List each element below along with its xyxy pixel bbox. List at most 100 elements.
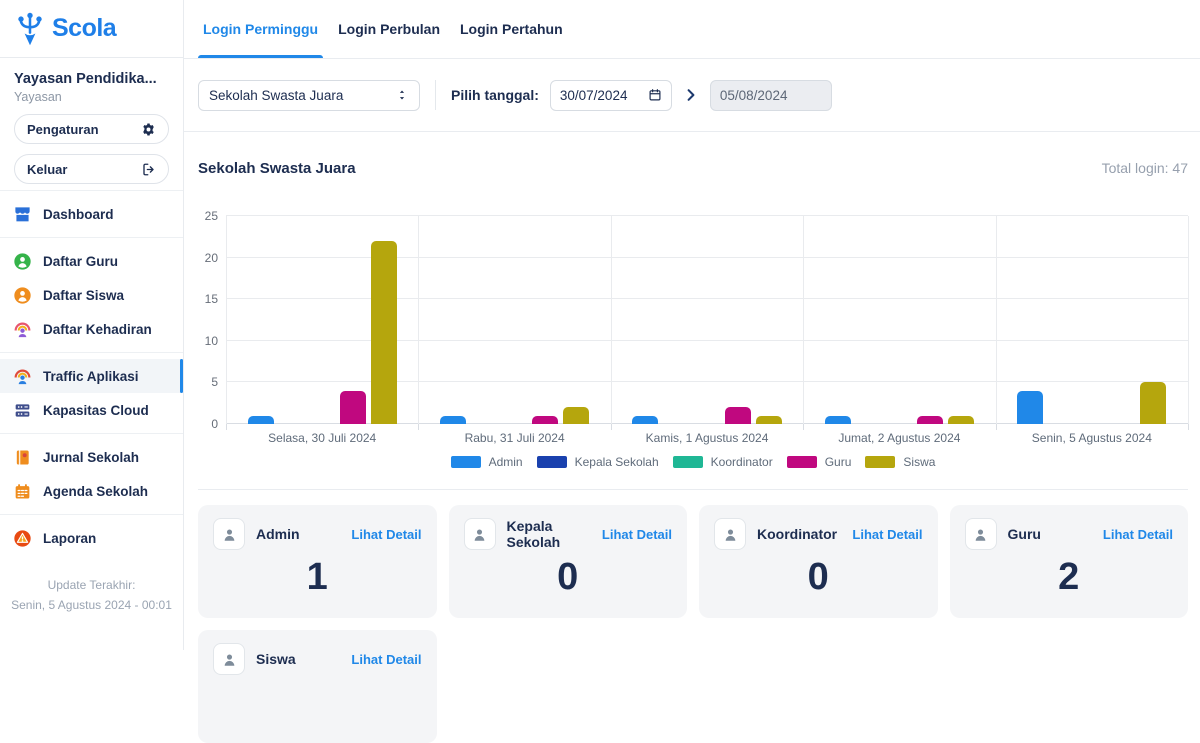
sidebar-item-laporan[interactable]: Laporan — [0, 521, 183, 555]
bar-slot — [438, 216, 469, 424]
chart-title: Sekolah Swasta Juara — [198, 160, 356, 177]
bar-slot — [915, 216, 946, 424]
y-axis-tick: 20 — [205, 251, 218, 265]
bar-slot — [1076, 216, 1107, 424]
main-content: Login PermingguLogin PerbulanLogin Perta… — [184, 0, 1200, 650]
card-title: Admin — [256, 526, 351, 542]
sidebar-item-traffic-aplikasi[interactable]: Traffic Aplikasi — [0, 359, 183, 393]
date-to-input[interactable]: 05/08/2024 — [710, 80, 832, 111]
sidebar-item-daftar-guru[interactable]: Daftar Guru — [0, 244, 183, 278]
traffic-icon — [13, 367, 32, 386]
last-update-note: Update Terakhir: Senin, 5 Agustus 2024 -… — [0, 575, 183, 616]
x-axis-label: Senin, 5 Agustus 2024 — [996, 431, 1188, 445]
cloud-capacity-icon — [13, 401, 32, 420]
lihat-detail-link[interactable]: Lihat Detail — [602, 527, 672, 542]
x-axis-label: Rabu, 31 Juli 2024 — [418, 431, 610, 445]
lihat-detail-link[interactable]: Lihat Detail — [852, 527, 922, 542]
scola-logo-icon — [14, 11, 46, 47]
sidebar-divider — [0, 352, 183, 353]
sidebar-item-label: Jurnal Sekolah — [43, 450, 139, 465]
last-update-label: Update Terakhir: — [0, 575, 183, 595]
role-card-kepala-sekolah: Kepala SekolahLihat Detail0 — [449, 505, 688, 618]
card-value: 1 — [213, 556, 422, 599]
sidebar-item-daftar-siswa[interactable]: Daftar Siswa — [0, 278, 183, 312]
sidebar-item-agenda-sekolah[interactable]: Agenda Sekolah — [0, 474, 183, 508]
filter-bar: Sekolah Swasta Juara Pilih tanggal: 30/0… — [184, 59, 1200, 132]
tab-login-pertahun[interactable]: Login Pertahun — [455, 0, 568, 58]
bar-guru — [340, 391, 366, 424]
bar-slot — [753, 216, 784, 424]
bar-admin — [825, 416, 851, 424]
role-card-admin: AdminLihat Detail 1 — [198, 505, 437, 618]
bar-slot — [1138, 216, 1169, 424]
calendar-icon — [648, 88, 662, 102]
person-icon — [464, 518, 496, 550]
bar-chart: 0510152025Selasa, 30 Juli 2024Rabu, 31 J… — [198, 216, 1188, 445]
app-title: Scola — [52, 14, 116, 43]
x-axis-tick — [996, 424, 997, 430]
lihat-detail-link[interactable]: Lihat Detail — [351, 527, 421, 542]
org-name: Yayasan Pendidika... — [14, 71, 169, 87]
sidebar-item-label: Kapasitas Cloud — [43, 403, 149, 418]
sidebar-divider — [0, 514, 183, 515]
y-axis-tick: 5 — [211, 375, 218, 389]
bar-admin — [248, 416, 274, 424]
legend-label: Kepala Sekolah — [575, 455, 659, 469]
legend-item-siswa: Siswa — [865, 455, 935, 469]
sidebar-item-label: Daftar Kehadiran — [43, 322, 152, 337]
legend-swatch — [787, 456, 817, 468]
card-title: Koordinator — [757, 526, 852, 542]
bar-slot — [368, 216, 399, 424]
x-axis-labels: Selasa, 30 Juli 2024Rabu, 31 Juli 2024Ka… — [226, 431, 1188, 445]
card-header: GuruLihat Detail — [965, 518, 1174, 550]
bar-slots — [245, 216, 399, 424]
school-select-value: Sekolah Swasta Juara — [209, 88, 343, 103]
bar-group — [803, 216, 995, 424]
logout-label: Keluar — [27, 162, 67, 177]
sidebar-item-kapasitas-cloud[interactable]: Kapasitas Cloud — [0, 393, 183, 427]
date-from-input[interactable]: 30/07/2024 — [550, 80, 672, 111]
filter-divider — [435, 80, 436, 110]
chevron-right-icon — [683, 87, 699, 103]
sidebar-item-label: Laporan — [43, 531, 96, 546]
bar-slot — [853, 216, 884, 424]
school-select[interactable]: Sekolah Swasta Juara — [198, 80, 420, 111]
logout-button[interactable]: Keluar — [14, 154, 169, 184]
org-type: Yayasan — [14, 90, 169, 104]
settings-button[interactable]: Pengaturan — [14, 114, 169, 144]
sidebar-item-jurnal-sekolah[interactable]: Jurnal Sekolah — [0, 440, 183, 474]
tab-login-perminggu[interactable]: Login Perminggu — [198, 0, 323, 58]
bar-siswa — [563, 407, 589, 424]
card-value: 2 — [965, 556, 1174, 599]
card-title: Guru — [1008, 526, 1103, 542]
role-card-guru: GuruLihat Detail 2 — [950, 505, 1189, 618]
legend-label: Siswa — [903, 455, 935, 469]
traffic-chart-panel: Sekolah Swasta Juara Total login: 47 051… — [184, 132, 1200, 490]
legend-item-kepala-sekolah: Kepala Sekolah — [537, 455, 659, 469]
bar-admin — [632, 416, 658, 424]
bar-slot — [630, 216, 661, 424]
teacher-icon — [13, 252, 32, 271]
tab-login-perbulan[interactable]: Login Perbulan — [333, 0, 445, 58]
logout-icon — [141, 162, 156, 177]
bar-slot — [1015, 216, 1046, 424]
legend-item-koordinator: Koordinator — [673, 455, 773, 469]
tab-bar: Login PermingguLogin PerbulanLogin Perta… — [184, 0, 1200, 59]
person-icon — [213, 643, 245, 675]
lihat-detail-link[interactable]: Lihat Detail — [1103, 527, 1173, 542]
legend-swatch — [673, 456, 703, 468]
legend-swatch — [537, 456, 567, 468]
person-icon — [213, 518, 245, 550]
sidebar-menu: Dashboard Daftar GuruDaftar Siswa Daftar K… — [0, 197, 183, 555]
sidebar-item-daftar-kehadiran[interactable]: Daftar Kehadiran — [0, 312, 183, 346]
sidebar-item-dashboard[interactable]: Dashboard — [0, 197, 183, 231]
lihat-detail-link[interactable]: Lihat Detail — [351, 652, 421, 667]
bar-siswa — [371, 241, 397, 424]
chart-legend: AdminKepala SekolahKoordinatorGuruSiswa — [198, 455, 1188, 469]
bar-slot — [661, 216, 692, 424]
journal-icon — [13, 448, 32, 467]
bar-slot — [692, 216, 723, 424]
card-header: SiswaLihat Detail — [213, 643, 422, 675]
bar-slots — [822, 216, 976, 424]
y-axis-tick: 0 — [211, 417, 218, 431]
